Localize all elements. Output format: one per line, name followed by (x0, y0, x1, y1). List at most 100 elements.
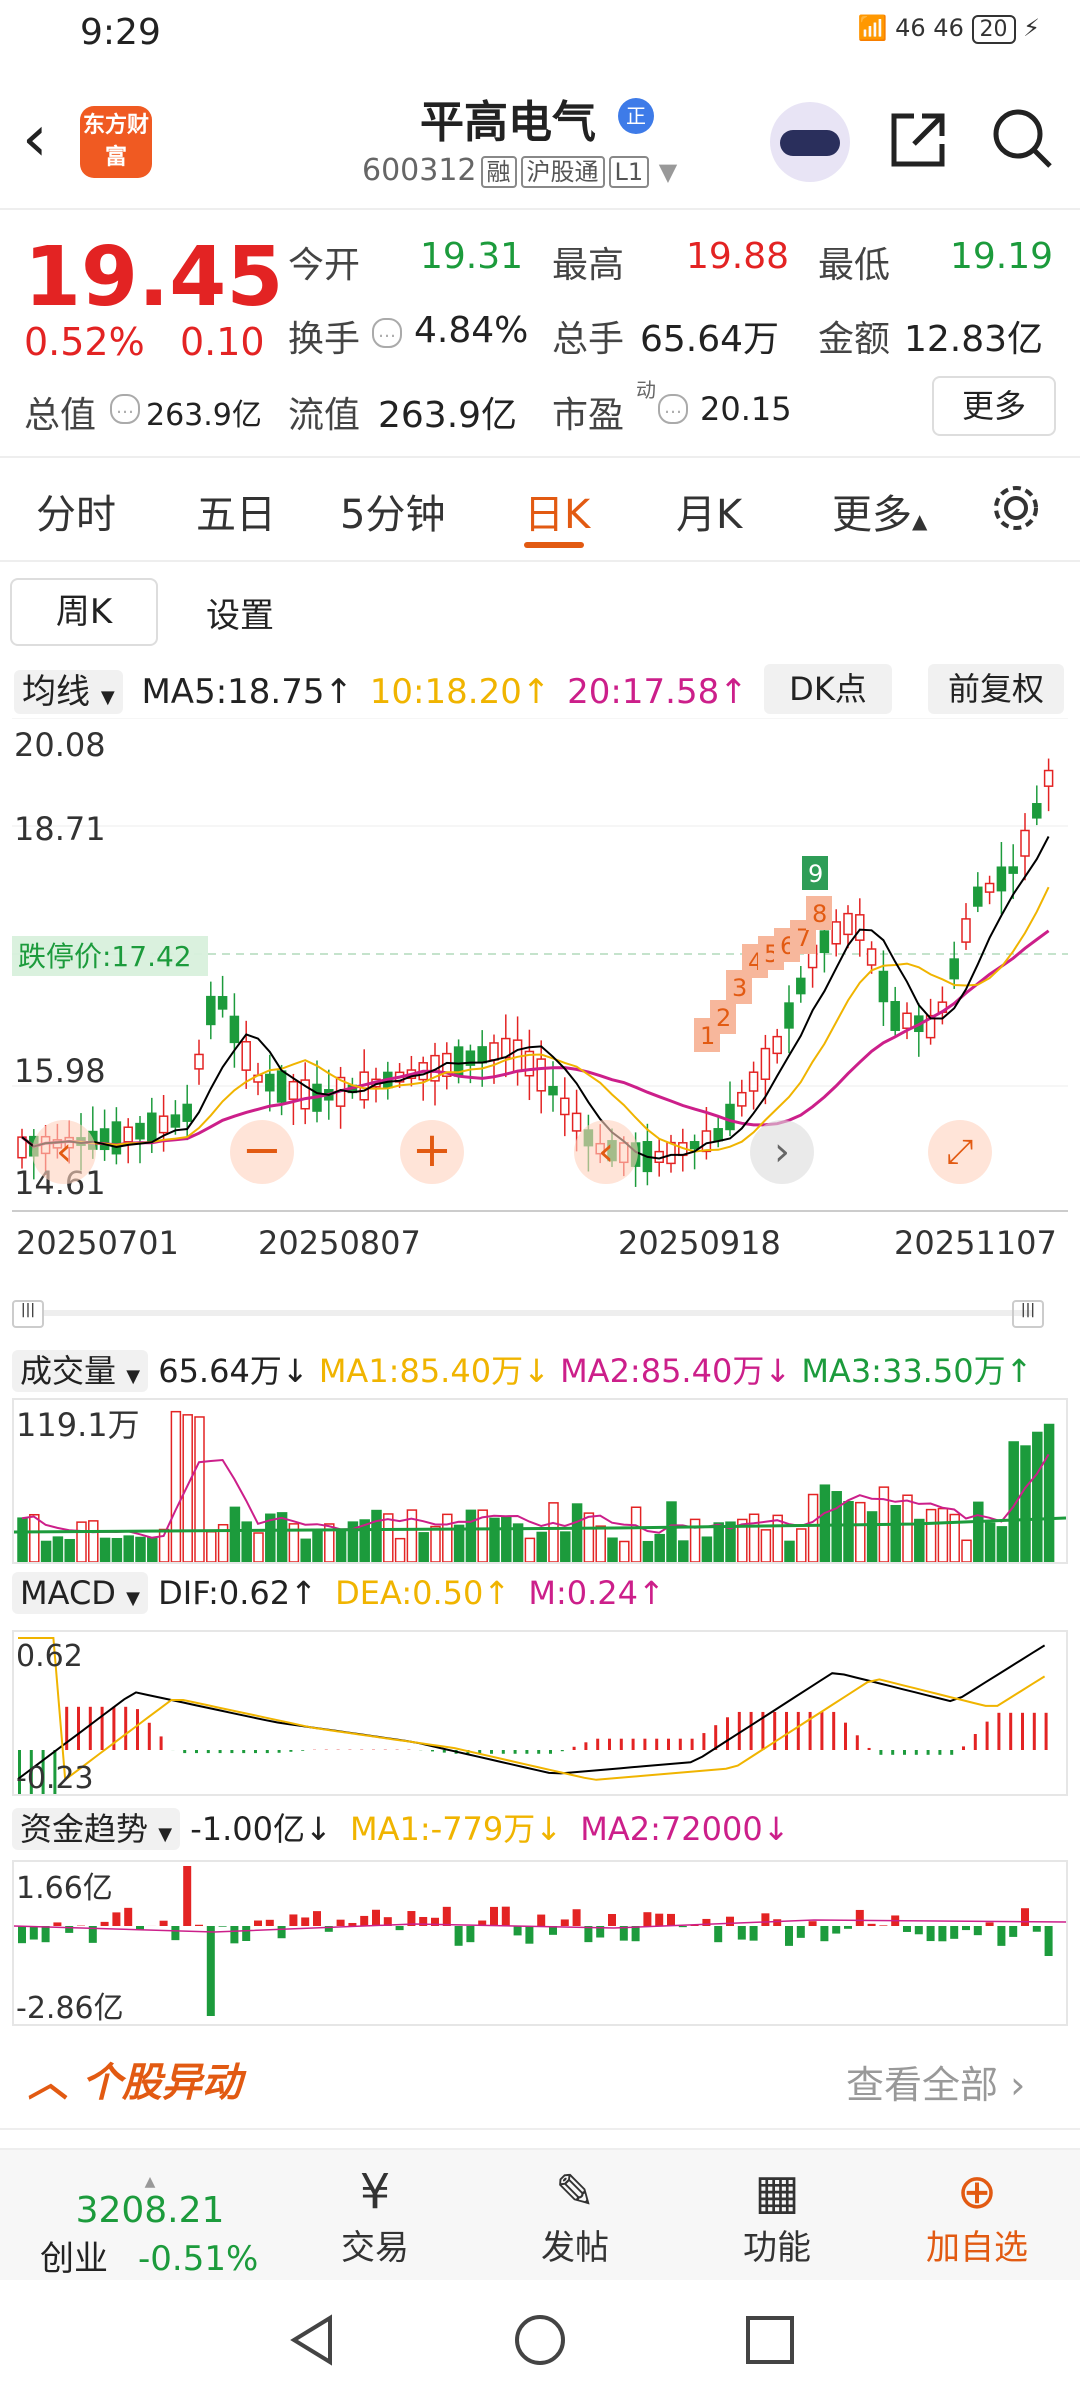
fund-bar (513, 1926, 522, 1936)
macd-dropdown[interactable]: MACD ▼ (12, 1572, 148, 1614)
x-tick: 20250701 (16, 1224, 179, 1262)
scroll-left-end-button[interactable]: ‹ (574, 1120, 638, 1184)
low-value: 19.19 (950, 236, 1054, 277)
macd-bar (289, 1750, 293, 1752)
macd-bar (832, 1711, 836, 1750)
info-icon[interactable]: … (372, 318, 402, 348)
fund-svg[interactable]: 1.66亿 -2.86亿 (13, 1862, 1067, 2026)
ma-dropdown[interactable]: 均线 ▼ (14, 670, 123, 714)
tab-day-k[interactable]: 日K (524, 482, 590, 540)
stock-code-line[interactable]: 600312 融沪股通 L1 ▼ (362, 152, 677, 188)
pe-superscript: 动 (636, 378, 656, 402)
fullscreen-icon[interactable]: ⤢ (928, 1120, 992, 1184)
volume-bar (300, 1538, 311, 1563)
dk-button[interactable]: DK点 (764, 664, 892, 714)
ma5-value: MA5:18.75↑ (141, 672, 353, 712)
ma-dropdown-label: 均线 (22, 672, 90, 712)
scroll-handle-right[interactable]: ||| (1012, 1300, 1044, 1328)
fund-bar (18, 1926, 26, 1944)
zoom-in-button[interactable]: + (400, 1120, 464, 1184)
volume-bar (548, 1502, 559, 1563)
info-icon[interactable]: … (658, 394, 688, 424)
kline-svg[interactable]: 123456789 20.08 18.71 15.98 14.61 跌停价:17… (12, 717, 1068, 1208)
fund-bar (844, 1926, 852, 1929)
tab-intraday[interactable]: 分时 (36, 482, 116, 540)
share-icon[interactable] (886, 108, 950, 172)
see-all-link[interactable]: 查看全部 › (846, 2054, 1025, 2109)
tab-month-k[interactable]: 月K (676, 482, 742, 540)
zoom-out-button[interactable]: − (230, 1120, 294, 1184)
volume-bar (371, 1509, 382, 1563)
gear-icon[interactable] (988, 480, 1044, 536)
settings-link[interactable]: 设置 (206, 588, 274, 637)
tab-more[interactable]: 更多▲ (832, 482, 927, 540)
fund-bar (855, 1909, 864, 1926)
recents-nav-icon[interactable] (740, 2310, 800, 2370)
dropdown-icon[interactable]: ▼ (659, 158, 677, 186)
fund-bar (100, 1921, 109, 1926)
candle (890, 1001, 900, 1031)
fund-bar (820, 1926, 829, 1942)
macd-chart[interactable]: 0.62 -0.23 (12, 1630, 1068, 1920)
candle (748, 1071, 759, 1092)
volume-dropdown[interactable]: 成交量 ▼ (12, 1350, 149, 1392)
app-logo[interactable]: 东方财富 (80, 106, 152, 178)
fund-ytop: 1.66亿 (16, 1871, 113, 1906)
fund-bar (572, 1909, 581, 1926)
home-nav-icon[interactable] (510, 2310, 570, 2370)
add-watchlist-nav[interactable]: ⊕ 加自选 (912, 2164, 1042, 2269)
tab-5min[interactable]: 5分钟 (340, 482, 445, 540)
fund-bar (997, 1926, 1006, 1946)
week-k-button[interactable]: 周K (10, 578, 158, 646)
assistant-avatar[interactable] (770, 102, 850, 182)
volume-svg[interactable]: 119.1万 (13, 1400, 1067, 1563)
volume-bar (206, 1531, 217, 1563)
fund-bar (950, 1926, 959, 1939)
macd-svg[interactable]: 0.62 -0.23 (14, 1632, 1066, 1920)
divider (0, 2128, 1080, 2130)
macd-bar (879, 1750, 883, 1755)
back-icon[interactable]: ‹ (22, 102, 48, 176)
volume-bar (760, 1529, 772, 1563)
fund-chart[interactable]: 1.66亿 -2.86亿 (12, 1860, 1068, 2026)
back-nav-icon[interactable] (282, 2310, 342, 2370)
macd-bar (265, 1750, 269, 1754)
add-circle-icon: ⊕ (956, 2164, 998, 2220)
candle (135, 1122, 145, 1140)
info-icon[interactable]: … (110, 394, 140, 424)
volume-bar (489, 1517, 500, 1563)
search-icon[interactable] (990, 106, 1054, 170)
tab-underline (524, 542, 584, 548)
scroll-left-button[interactable]: ‹ (32, 1120, 96, 1184)
dif-line (17, 1644, 1046, 1780)
fund-dropdown[interactable]: 资金趋势 ▼ (12, 1808, 181, 1850)
macd-bar (973, 1734, 977, 1750)
macd-ybot: -0.23 (16, 1761, 94, 1794)
scroll-right-button[interactable]: › (750, 1120, 814, 1184)
amount-label: 金额 (818, 319, 891, 360)
trade-nav[interactable]: ¥ 交易 (310, 2164, 440, 2269)
macd-bar (962, 1746, 965, 1750)
stock-alert-title[interactable]: ︿ 个股异动 (28, 2050, 242, 2108)
post-nav[interactable]: ✎ 发帖 (510, 2164, 640, 2269)
function-nav[interactable]: ▦ 功能 (712, 2164, 842, 2269)
fund-bar (879, 1925, 888, 1926)
volume-bar (654, 1533, 665, 1563)
kline-chart[interactable]: 123456789 20.08 18.71 15.98 14.61 跌停价:17… (12, 717, 1068, 1208)
fund-bar (525, 1926, 534, 1944)
stock-name[interactable]: 平高电气 (420, 86, 596, 150)
tag-connect: 沪股通 (520, 156, 605, 188)
fund-bar (608, 1914, 616, 1926)
macd-bar (136, 1709, 139, 1750)
more-button[interactable]: 更多 (932, 376, 1056, 436)
volume-bar (925, 1508, 937, 1563)
range-scrollbar[interactable]: ||| ||| (12, 1300, 1068, 1328)
adjust-button[interactable]: 前复权 (928, 664, 1064, 714)
fund-bar (360, 1915, 369, 1926)
tab-five-day[interactable]: 五日 (196, 482, 276, 540)
macd-bar (726, 1717, 729, 1750)
scroll-handle-left[interactable]: ||| (12, 1300, 44, 1328)
volume-chart[interactable]: 119.1万 (12, 1398, 1068, 1564)
index-widget[interactable]: ▲ 3208.21 创业 -0.51% (40, 2174, 260, 2280)
volume-bar (17, 1517, 28, 1563)
